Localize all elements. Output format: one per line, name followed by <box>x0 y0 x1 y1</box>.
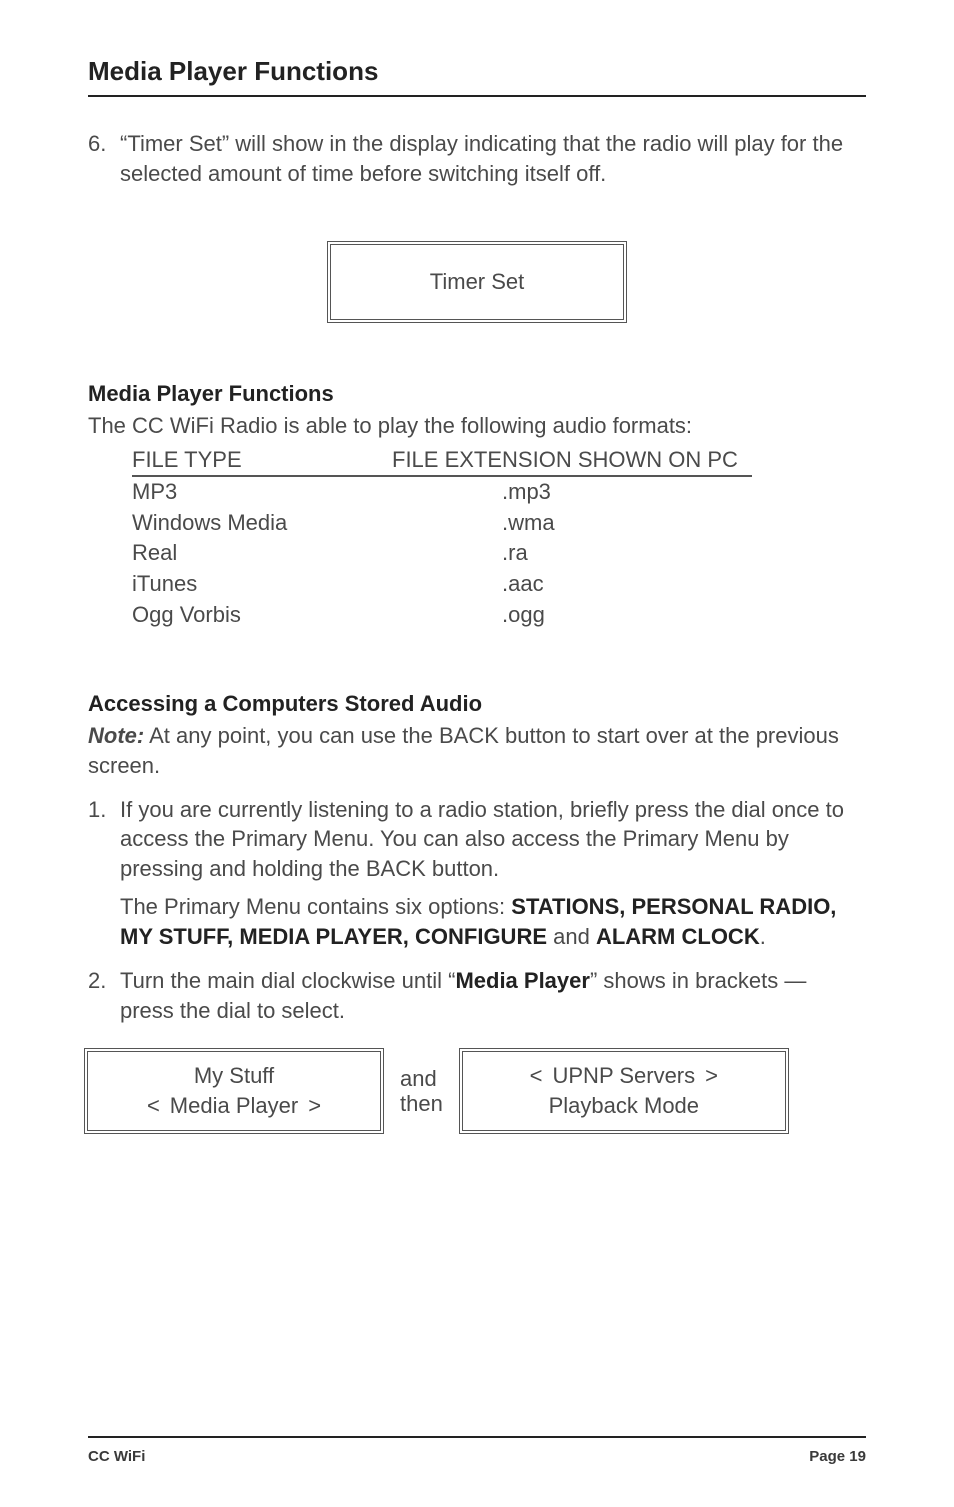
table-row: Windows Media .wma <box>132 508 866 539</box>
cell-type: iTunes <box>132 569 392 600</box>
step-body: “Timer Set” will show in the display ind… <box>120 129 866 197</box>
table-row: Ogg Vorbis .ogg <box>132 600 866 631</box>
accessing-audio-heading: Accessing a Computers Stored Audio <box>88 691 866 717</box>
text: The Primary Menu contains six options: <box>120 894 511 919</box>
note-text: At any point, you can use the BACK butto… <box>88 723 839 778</box>
screens-row: My Stuff < Media Player > and then < UPN… <box>84 1048 870 1134</box>
note: Note: At any point, you can use the BACK… <box>88 721 866 781</box>
step-number: 1. <box>88 795 120 961</box>
step-2: 2. Turn the main dial clockwise until “M… <box>88 966 866 1034</box>
page: Media Player Functions 6. “Timer Set” wi… <box>0 0 954 1507</box>
media-player-intro: The CC WiFi Radio is able to play the fo… <box>88 411 866 441</box>
display-my-stuff: My Stuff < Media Player > <box>84 1048 384 1134</box>
cell-ext: .aac <box>392 569 752 600</box>
table-row: MP3 .mp3 <box>132 477 866 508</box>
step-1: 1. If you are currently listening to a r… <box>88 795 866 961</box>
footer: CC WiFi Page 19 <box>88 1436 866 1465</box>
step-1-p2: The Primary Menu contains six options: S… <box>120 892 866 952</box>
text: . <box>760 924 766 949</box>
cell-ext: .wma <box>392 508 752 539</box>
step-1-p1: If you are currently listening to a radi… <box>120 795 866 885</box>
cell-type: Windows Media <box>132 508 392 539</box>
display-line-2: Playback Mode <box>481 1091 767 1121</box>
step-body: Turn the main dial clockwise until “Medi… <box>120 966 866 1034</box>
display-line-2: < Media Player > <box>106 1091 362 1121</box>
left-bracket-icon: < <box>530 1061 543 1091</box>
media-player-heading: Media Player Functions <box>88 381 866 407</box>
then-label: then <box>400 1091 443 1116</box>
col-header-file-type: FILE TYPE <box>132 447 392 477</box>
display-timer-set: Timer Set <box>327 241 627 323</box>
table-row: iTunes .aac <box>132 569 866 600</box>
table-row: Real .ra <box>132 538 866 569</box>
table-header-row: FILE TYPE FILE EXTENSION SHOWN ON PC <box>132 447 866 477</box>
and-then-label: and then <box>400 1066 443 1117</box>
text: and <box>547 924 596 949</box>
left-bracket-icon: < <box>147 1091 160 1121</box>
step-6: 6. “Timer Set” will show in the display … <box>88 129 866 197</box>
section-title: Media Player Functions <box>88 56 866 97</box>
text: Playback Mode <box>549 1091 699 1121</box>
display-line-1: My Stuff <box>106 1061 362 1091</box>
col-header-file-ext: FILE EXTENSION SHOWN ON PC <box>392 447 752 477</box>
step-2-p1: Turn the main dial clockwise until “Medi… <box>120 966 866 1026</box>
options-bold-2: ALARM CLOCK <box>596 924 760 949</box>
step-text: “Timer Set” will show in the display ind… <box>120 129 866 189</box>
right-bracket-icon: > <box>705 1061 718 1091</box>
cell-type: Ogg Vorbis <box>132 600 392 631</box>
text: UPNP Servers <box>553 1061 696 1091</box>
step-body: If you are currently listening to a radi… <box>120 795 866 961</box>
accessing-audio-section: Accessing a Computers Stored Audio Note:… <box>88 691 866 1134</box>
display-line-1: < UPNP Servers > <box>481 1061 767 1091</box>
cell-ext: .ra <box>392 538 752 569</box>
footer-right: Page 19 <box>809 1448 866 1465</box>
text: Media Player <box>170 1091 298 1121</box>
cell-ext: .ogg <box>392 600 752 631</box>
media-player-section: Media Player Functions The CC WiFi Radio… <box>88 381 866 661</box>
cell-type: MP3 <box>132 477 392 508</box>
right-bracket-icon: > <box>308 1091 321 1121</box>
timer-step-group: 6. “Timer Set” will show in the display … <box>88 129 866 203</box>
and-label: and <box>400 1066 443 1091</box>
step-number: 6. <box>88 129 120 197</box>
file-type-table: FILE TYPE FILE EXTENSION SHOWN ON PC MP3… <box>132 447 866 631</box>
media-player-bold: Media Player <box>455 968 590 993</box>
text: Turn the main dial clockwise until “ <box>120 968 455 993</box>
text: My Stuff <box>194 1061 274 1091</box>
display-upnp-servers: < UPNP Servers > Playback Mode <box>459 1048 789 1134</box>
cell-type: Real <box>132 538 392 569</box>
footer-left: CC WiFi <box>88 1448 145 1465</box>
note-label: Note: <box>88 723 144 748</box>
step-number: 2. <box>88 966 120 1034</box>
cell-ext: .mp3 <box>392 477 752 508</box>
